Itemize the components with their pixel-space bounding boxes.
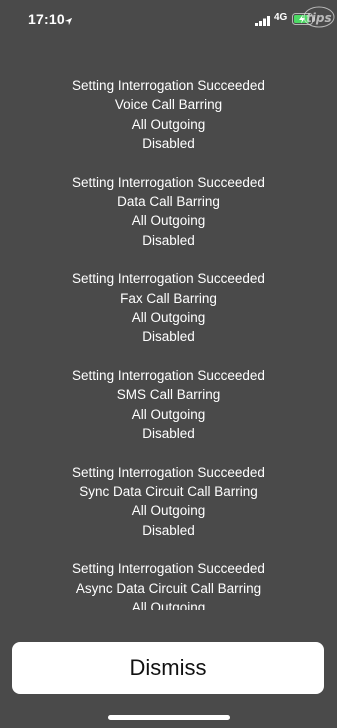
status-bar: 17:10 4G tips	[0, 0, 337, 38]
result-status: Setting Interrogation Succeeded	[72, 464, 265, 480]
result-block-fax: Setting Interrogation Succeeded Fax Call…	[0, 269, 337, 347]
result-service: Async Data Circuit Call Barring	[75, 580, 262, 596]
result-scope: All Outgoing	[131, 599, 206, 610]
result-block-data: Setting Interrogation Succeeded Data Cal…	[0, 173, 337, 251]
result-block-sync-data: Setting Interrogation Succeeded Sync Dat…	[0, 463, 337, 541]
result-message-list: Setting Interrogation Succeeded Voice Ca…	[0, 76, 337, 610]
result-service: Fax Call Barring	[120, 290, 217, 306]
result-state: Disabled	[142, 136, 195, 152]
result-scope: All Outgoing	[131, 406, 206, 422]
result-state: Disabled	[142, 522, 195, 538]
result-block-voice: Setting Interrogation Succeeded Voice Ca…	[0, 76, 337, 154]
result-scope: All Outgoing	[131, 213, 206, 229]
status-time: 17:10	[28, 11, 65, 27]
result-state: Disabled	[142, 232, 195, 248]
network-type: 4G	[274, 12, 288, 23]
home-indicator[interactable]	[108, 715, 230, 720]
result-service: Sync Data Circuit Call Barring	[79, 483, 258, 499]
result-service: Voice Call Barring	[114, 97, 223, 113]
result-state: Disabled	[142, 426, 195, 442]
dismiss-button[interactable]: Dismiss	[12, 642, 324, 694]
result-block-async-data: Setting Interrogation Succeeded Async Da…	[0, 559, 337, 610]
signal-bars-icon	[255, 13, 271, 31]
result-status: Setting Interrogation Succeeded	[72, 174, 265, 190]
svg-text:tips: tips	[306, 11, 332, 25]
watermark-logo: tips	[302, 4, 336, 35]
location-arrow-icon	[64, 13, 73, 31]
result-block-sms: Setting Interrogation Succeeded SMS Call…	[0, 366, 337, 444]
result-service: Data Call Barring	[117, 194, 220, 210]
result-status: Setting Interrogation Succeeded	[72, 78, 265, 93]
result-status: Setting Interrogation Succeeded	[72, 367, 265, 383]
result-state: Disabled	[142, 329, 195, 345]
result-scope: All Outgoing	[131, 503, 206, 519]
result-status: Setting Interrogation Succeeded	[72, 561, 265, 577]
result-scope: All Outgoing	[131, 116, 206, 132]
result-service: SMS Call Barring	[116, 387, 221, 403]
result-scope: All Outgoing	[131, 310, 206, 326]
result-status: Setting Interrogation Succeeded	[72, 271, 265, 287]
